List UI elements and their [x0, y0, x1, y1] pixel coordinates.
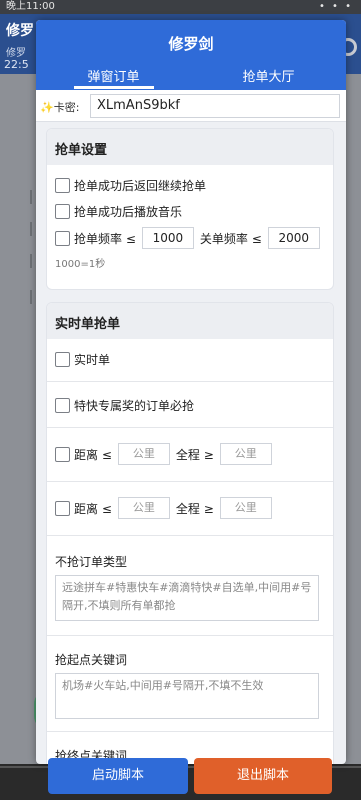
- return-after-success-checkbox[interactable]: [55, 178, 70, 193]
- distance-checkbox[interactable]: [55, 500, 70, 516]
- tab-popup-orders[interactable]: 弹窗订单: [36, 66, 191, 85]
- close-frequency-label: 关单频率 ≤: [199, 231, 262, 246]
- divider: [47, 635, 333, 636]
- return-after-success-row[interactable]: 抢单成功后返回继续抢单: [55, 177, 206, 194]
- distance-row: 距离 ≤ 公里 全程 ≥ 公里: [55, 443, 278, 465]
- exclude-types-textarea[interactable]: 远途拼车#特惠快车#滴滴特快#自选单,中间用#号隔开,不填则所有单都抢: [55, 575, 319, 621]
- divider: [47, 381, 333, 382]
- distance-input[interactable]: 公里: [117, 443, 170, 465]
- key-row: ✨卡密: XLmAnS9bkf: [36, 90, 346, 122]
- exit-script-button[interactable]: 退出脚本: [194, 758, 332, 794]
- realtime-order-row[interactable]: 实时单: [55, 351, 110, 368]
- divider: [47, 427, 333, 428]
- grab-frequency-checkbox[interactable]: [55, 230, 70, 246]
- return-after-success-label: 抢单成功后返回继续抢单: [74, 179, 207, 193]
- total-distance-label: 全程 ≥: [175, 447, 214, 462]
- realtime-grab-section: 实时单抢单 实时单 特快专属奖的订单必抢 距离 ≤ 公里 全程 ≥ 公里 距离 …: [46, 302, 334, 764]
- total-distance-label: 全程 ≥: [175, 501, 214, 516]
- status-bar: 晚上11:00 • • •: [0, 0, 361, 14]
- divider: [47, 535, 333, 536]
- grab-frequency-input[interactable]: 1000: [141, 227, 194, 249]
- express-must-grab-label: 特快专属奖的订单必抢: [74, 399, 195, 413]
- exclude-types-label: 不抢订单类型: [55, 555, 128, 569]
- grab-settings-section: 抢单设置 抢单成功后返回继续抢单 抢单成功后播放音乐 抢单频率 ≤ 1000 关…: [46, 128, 334, 290]
- status-icons: • • •: [318, 1, 353, 12]
- dialog-title: 修罗剑: [168, 35, 214, 53]
- section-title: 抢单设置: [47, 129, 333, 165]
- sparkle-icon: ✨: [40, 101, 54, 114]
- divider: [47, 731, 333, 732]
- grab-frequency-label: 抢单频率 ≤: [74, 231, 136, 246]
- start-script-button[interactable]: 启动脚本: [48, 758, 188, 794]
- key-input[interactable]: XLmAnS9bkf: [90, 94, 340, 118]
- divider: [47, 481, 333, 482]
- play-music-checkbox[interactable]: [55, 204, 70, 219]
- realtime-order-checkbox[interactable]: [55, 352, 70, 367]
- active-tab-indicator: [74, 86, 154, 89]
- start-keywords-label: 抢起点关键词: [55, 653, 128, 667]
- distance-label: 距离 ≤: [74, 447, 112, 462]
- tab-order-hall[interactable]: 抢单大厅: [191, 66, 346, 85]
- background-app-subtitle: 修罗: [6, 48, 26, 59]
- total-distance-input[interactable]: 公里: [219, 497, 272, 519]
- play-music-label: 抢单成功后播放音乐: [74, 205, 183, 219]
- express-must-grab-checkbox[interactable]: [55, 398, 70, 413]
- play-music-row[interactable]: 抢单成功后播放音乐: [55, 203, 182, 220]
- distance-checkbox[interactable]: [55, 446, 70, 462]
- settings-dialog: 修罗剑 弹窗订单 抢单大厅 ✨卡密: XLmAnS9bkf 抢单设置 抢单成功后…: [36, 20, 346, 764]
- key-label-text: 卡密:: [53, 101, 80, 114]
- distance-input[interactable]: 公里: [117, 497, 170, 519]
- realtime-order-label: 实时单: [74, 353, 111, 367]
- frequency-hint: 1000=1秒: [55, 259, 106, 270]
- start-keywords-textarea[interactable]: 机场#火车站,中间用#号隔开,不填不生效: [55, 673, 319, 719]
- total-distance-input[interactable]: 公里: [219, 443, 272, 465]
- express-must-grab-row[interactable]: 特快专属奖的订单必抢: [55, 397, 194, 414]
- dialog-header: 修罗剑 弹窗订单 抢单大厅: [36, 20, 346, 90]
- key-label: ✨卡密:: [40, 99, 79, 115]
- status-time: 晚上11:00: [6, 1, 55, 12]
- section-title: 实时单抢单: [47, 303, 333, 339]
- distance-row: 距离 ≤ 公里 全程 ≥ 公里: [55, 497, 278, 519]
- close-frequency-input[interactable]: 2000: [267, 227, 320, 249]
- background-time: 22:5: [4, 58, 29, 71]
- frequency-row: 抢单频率 ≤ 1000 关单频率 ≤ 2000: [55, 227, 326, 249]
- background-app-title: 修罗: [6, 23, 34, 39]
- distance-label: 距离 ≤: [74, 501, 112, 516]
